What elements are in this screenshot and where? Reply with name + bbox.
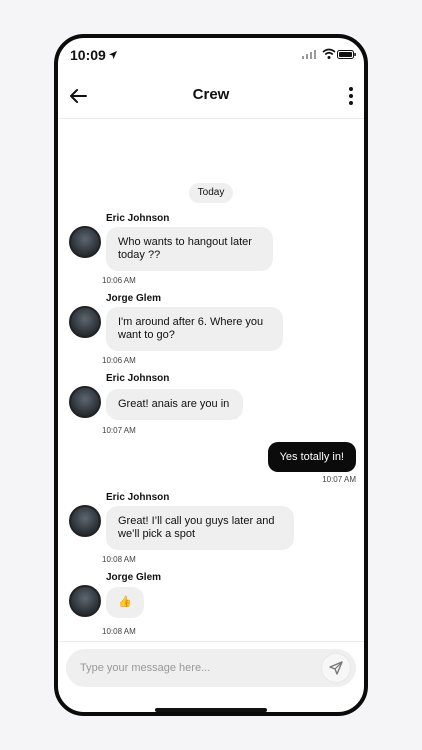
- wifi-icon: [322, 48, 336, 59]
- phone-frame: 10:09 Crew Today Eric Johnson Who wants …: [54, 34, 368, 716]
- message-bubble: Great! anais are you in: [106, 389, 243, 420]
- send-icon: [329, 661, 343, 675]
- avatar[interactable]: [69, 226, 101, 258]
- message-time: 10:08 AM: [102, 555, 136, 564]
- signal-icon: [302, 50, 316, 59]
- location-arrow-icon: [109, 51, 117, 59]
- avatar[interactable]: [69, 505, 101, 537]
- home-indicator: [155, 708, 267, 712]
- send-button[interactable]: [322, 654, 350, 682]
- message-composer: Type your message here...: [58, 641, 364, 712]
- message-bubble: I'm around after 6. Where you want to go…: [106, 307, 283, 351]
- message-time: 10:06 AM: [102, 276, 136, 285]
- avatar[interactable]: [69, 585, 101, 617]
- status-time: 10:09: [70, 47, 106, 63]
- status-bar: 10:09: [58, 38, 364, 74]
- message-list[interactable]: Today Eric Johnson Who wants to hangout …: [58, 119, 364, 641]
- sender-name: Eric Johnson: [106, 492, 170, 503]
- message-time: 10:07 AM: [102, 426, 136, 435]
- chat-header: Crew: [58, 74, 364, 119]
- avatar[interactable]: [69, 386, 101, 418]
- date-separator: Today: [189, 183, 233, 203]
- chat-title: Crew: [192, 86, 230, 103]
- sender-name: Jorge Glem: [106, 293, 162, 304]
- sender-name: Eric Johnson: [106, 213, 170, 224]
- sender-name: Eric Johnson: [106, 373, 170, 384]
- message-time: 10:06 AM: [102, 356, 136, 365]
- message-time: 10:08 AM: [102, 627, 136, 636]
- sender-name: Jorge Glem: [106, 572, 162, 583]
- message-bubble: Great! I’ll call you guys later and we’l…: [106, 506, 294, 550]
- message-bubble: 👍: [106, 587, 144, 618]
- battery-icon: [337, 50, 356, 59]
- avatar[interactable]: [69, 306, 101, 338]
- message-bubble: Who wants to hangout later today ??: [106, 227, 273, 271]
- message-time: 10:07 AM: [322, 475, 356, 484]
- more-options-icon[interactable]: [344, 84, 358, 108]
- outgoing-message-bubble: Yes totally in!: [267, 442, 356, 472]
- message-input[interactable]: Type your message here...: [66, 649, 356, 687]
